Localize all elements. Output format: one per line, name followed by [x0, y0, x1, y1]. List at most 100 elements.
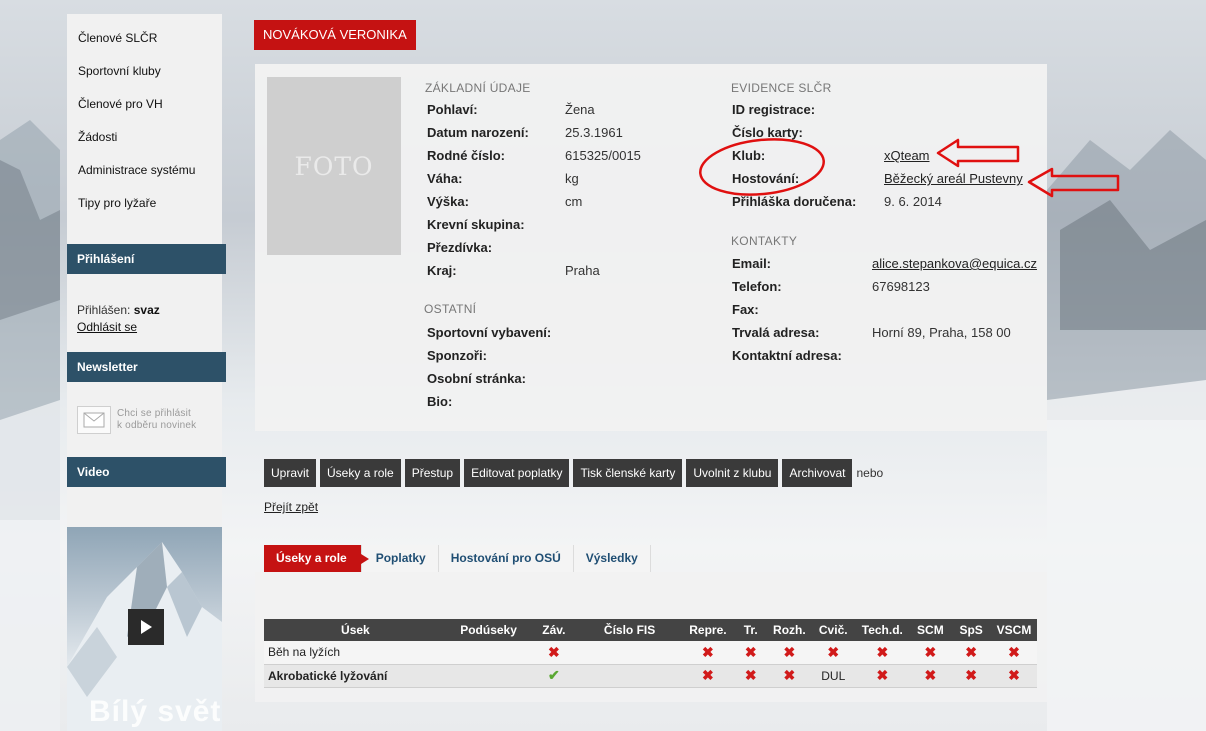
logged-in-label: Přihlášen: — [77, 303, 131, 317]
email-link[interactable]: alice.stepankova@equica.cz — [872, 252, 1037, 275]
col-cislo-fis: Číslo FIS — [577, 619, 682, 641]
nav-item-tipy[interactable]: Tipy pro lyžaře — [67, 187, 222, 220]
sections-roles-button[interactable]: Úseky a role — [320, 459, 401, 487]
profile-card: FOTO ZÁKLADNÍ ÚDAJE Pohlaví: Žena Datum na… — [255, 64, 1047, 431]
hosting-label: Hostování: — [732, 171, 800, 186]
phone-value: 67698123 — [872, 279, 930, 294]
basic-info-title: ZÁKLADNÍ ÚDAJE — [425, 81, 531, 95]
tab-hosting-osu[interactable]: Hostování pro OSÚ — [438, 545, 574, 572]
profile-name-badge: NOVÁKOVÁ VERONIKA — [254, 20, 416, 50]
address-value: Horní 89, Praha, 158 00 — [872, 325, 1011, 340]
cross-icon: ✖ — [734, 664, 768, 688]
check-icon: ✔ — [530, 664, 578, 688]
subsections-cell — [446, 641, 531, 665]
video-thumbnail[interactable]: Bílý svět — [67, 527, 222, 731]
col-rozh: Rozh. — [767, 619, 812, 641]
basic-field-value: 25.3.1961 — [565, 125, 623, 140]
address-label: Trvalá adresa: — [732, 325, 820, 340]
login-heading: Přihlášení — [67, 244, 226, 274]
club-label: Klub: — [732, 148, 766, 163]
transfer-button[interactable]: Přestup — [404, 459, 461, 487]
club-link[interactable]: xQteam — [884, 144, 930, 167]
nav-item-zadosti[interactable]: Žádosti — [67, 121, 222, 154]
basic-field-value: kg — [565, 171, 579, 186]
cross-icon: ✖ — [767, 641, 812, 665]
application-value: 9. 6. 2014 — [884, 194, 942, 209]
basic-field-value: Praha — [565, 263, 600, 278]
basic-field-value: 615325/0015 — [565, 148, 641, 163]
other-field-label: Sponzoři: — [427, 348, 487, 363]
or-text: nebo — [856, 466, 884, 480]
play-button[interactable] — [128, 609, 164, 645]
video-title: Bílý svět — [89, 695, 222, 728]
hosting-link[interactable]: Běžecký areál Pustevny — [884, 167, 1023, 190]
col-repre: Repre. — [681, 619, 735, 641]
logged-in-user: svaz — [133, 303, 160, 317]
tab-fees[interactable]: Poplatky — [361, 545, 439, 572]
basic-field-label: Datum narození: — [427, 125, 529, 140]
newsletter-text: Chci se přihlásit k odběru novinek — [117, 408, 197, 431]
logout-link[interactable]: Odhlásit se — [77, 320, 137, 334]
photo-placeholder: FOTO — [267, 77, 401, 255]
basic-field-value: cm — [565, 194, 583, 209]
login-status: Přihlášen: svaz Odhlásit se — [67, 302, 222, 336]
other-field-label: Osobní stránka: — [427, 371, 526, 386]
edit-button[interactable]: Upravit — [264, 459, 317, 487]
newsletter-heading: Newsletter — [67, 352, 226, 382]
back-link[interactable]: Přejít zpět — [264, 500, 318, 514]
card-number-label: Číslo karty: — [732, 125, 803, 140]
cross-icon: ✖ — [909, 641, 952, 665]
nav-item-sportovni-kluby[interactable]: Sportovní kluby — [67, 55, 222, 88]
cross-icon: ✖ — [855, 641, 910, 665]
contact-address-label: Kontaktní adresa: — [732, 348, 842, 363]
col-sps: SpS — [951, 619, 991, 641]
col-tr: Tr. — [734, 619, 768, 641]
cross-icon: ✖ — [734, 641, 768, 665]
action-bar: Upravit Úseky a role Přestup Editovat po… — [264, 459, 883, 487]
tab-results[interactable]: Výsledky — [573, 545, 651, 572]
cross-icon: ✖ — [530, 641, 578, 665]
section-name: Akrobatické lyžování — [264, 664, 447, 688]
newsletter-signup[interactable]: Chci se přihlásit k odběru novinek — [67, 400, 222, 440]
email-label: Email: — [732, 256, 772, 271]
release-from-club-button[interactable]: Uvolnit z klubu — [686, 459, 779, 487]
table-row: Běh na lyžích ✖ ✖ ✖ ✖ ✖ ✖ ✖ ✖ ✖ — [264, 641, 1037, 665]
other-field-label: Bio: — [427, 394, 453, 409]
nav-item-clenove-slcr[interactable]: Členové SLČR — [67, 22, 222, 55]
phone-label: Telefon: — [732, 279, 782, 294]
cross-icon: ✖ — [909, 664, 952, 688]
table-header-row: Úsek Podúseky Záv. Číslo FIS Repre. Tr. … — [264, 619, 1037, 641]
col-poduseky: Podúseky — [446, 619, 531, 641]
cross-icon: ✖ — [990, 664, 1037, 688]
contacts-title: KONTAKTY — [731, 234, 798, 248]
cell-fis — [577, 664, 682, 688]
cell-cvic: DUL — [811, 664, 856, 688]
id-registration-label: ID registrace: — [732, 102, 816, 117]
col-techd: Tech.d. — [855, 619, 910, 641]
cross-icon: ✖ — [681, 641, 735, 665]
col-usek: Úsek — [264, 619, 447, 641]
print-card-button[interactable]: Tisk členské karty — [573, 459, 683, 487]
application-label: Přihláška doručena: — [732, 194, 857, 209]
cross-icon: ✖ — [681, 664, 735, 688]
col-cvic: Cvič. — [811, 619, 856, 641]
envelope-icon[interactable] — [77, 406, 111, 434]
archive-button[interactable]: Archivovat — [782, 459, 853, 487]
nav-item-clenove-pro-vh[interactable]: Členové pro VH — [67, 88, 222, 121]
sidebar: Členové SLČR Sportovní kluby Členové pro… — [67, 14, 226, 731]
tab-sections-roles[interactable]: Úseky a role — [264, 545, 369, 572]
sections-table: Úsek Podúseky Záv. Číslo FIS Repre. Tr. … — [264, 619, 1037, 688]
evidence-title: EVIDENCE SLČR — [731, 81, 832, 95]
col-vscm: VSCM — [990, 619, 1037, 641]
cross-icon: ✖ — [990, 641, 1037, 665]
basic-field-label: Váha: — [427, 171, 463, 186]
cross-icon: ✖ — [951, 664, 991, 688]
basic-field-label: Rodné číslo: — [427, 148, 506, 163]
col-scm: SCM — [909, 619, 952, 641]
edit-fees-button[interactable]: Editovat poplatky — [464, 459, 570, 487]
cell-fis — [577, 641, 682, 665]
basic-field-label: Přezdívka: — [427, 240, 493, 255]
section-name: Běh na lyžích — [264, 641, 447, 665]
cross-icon: ✖ — [855, 664, 910, 688]
nav-item-administrace[interactable]: Administrace systému — [67, 154, 222, 187]
